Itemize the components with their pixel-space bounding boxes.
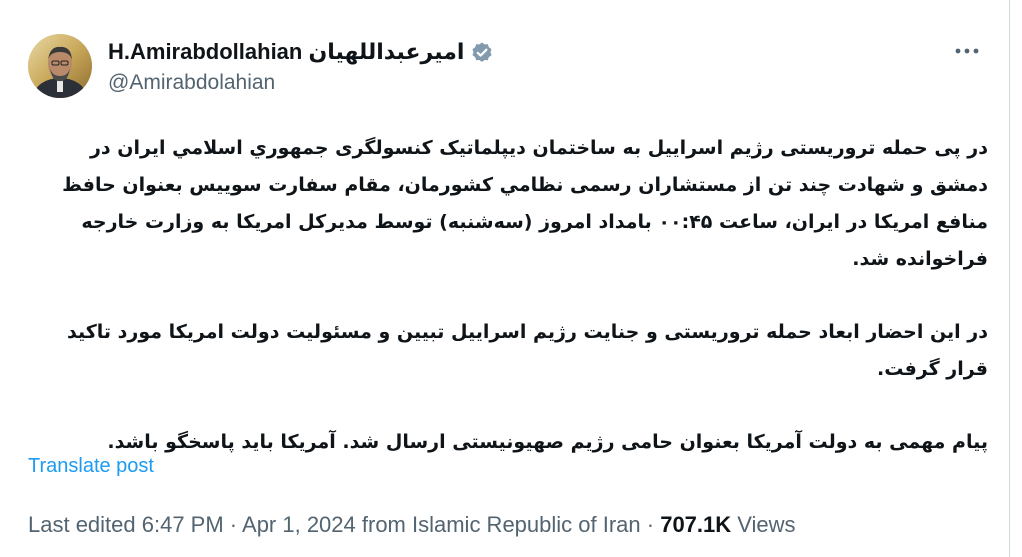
post-paragraph: در پی حمله تروریستی رژیم اسراییل به ساخت… (62, 137, 988, 270)
views-count: 707.1K (660, 512, 732, 537)
views-label: Views (731, 512, 796, 537)
verified-badge-icon[interactable] (470, 40, 494, 64)
author-handle[interactable]: @Amirabdolahian (108, 71, 275, 95)
author-display-name[interactable]: H.Amirabdollahian امیرعبداللهیان (108, 39, 464, 65)
translate-post-link[interactable]: Translate post (28, 455, 154, 478)
edited-timestamp[interactable]: Last edited 6:47 PM · Apr 1, 2024 from I… (28, 512, 660, 537)
avatar[interactable] (28, 34, 92, 98)
avatar-image (28, 34, 92, 98)
post-paragraph: پیام مهمی به دولت آمریکا بعنوان حامی رژی… (107, 431, 988, 453)
post-text: در پی حمله تروریستی رژیم اسراییل به ساخت… (28, 130, 988, 461)
more-options-button[interactable] (950, 38, 984, 64)
post-paragraph: در این احضار ابعاد حمله تروریستی و جنایت… (66, 321, 988, 380)
post-metadata: Last edited 6:47 PM · Apr 1, 2024 from I… (28, 512, 796, 538)
tweet-card: H.Amirabdollahian امیرعبداللهیان @Amirab… (0, 0, 1010, 557)
more-options-icon (955, 48, 979, 54)
author-name-row[interactable]: H.Amirabdollahian امیرعبداللهیان (108, 37, 494, 67)
